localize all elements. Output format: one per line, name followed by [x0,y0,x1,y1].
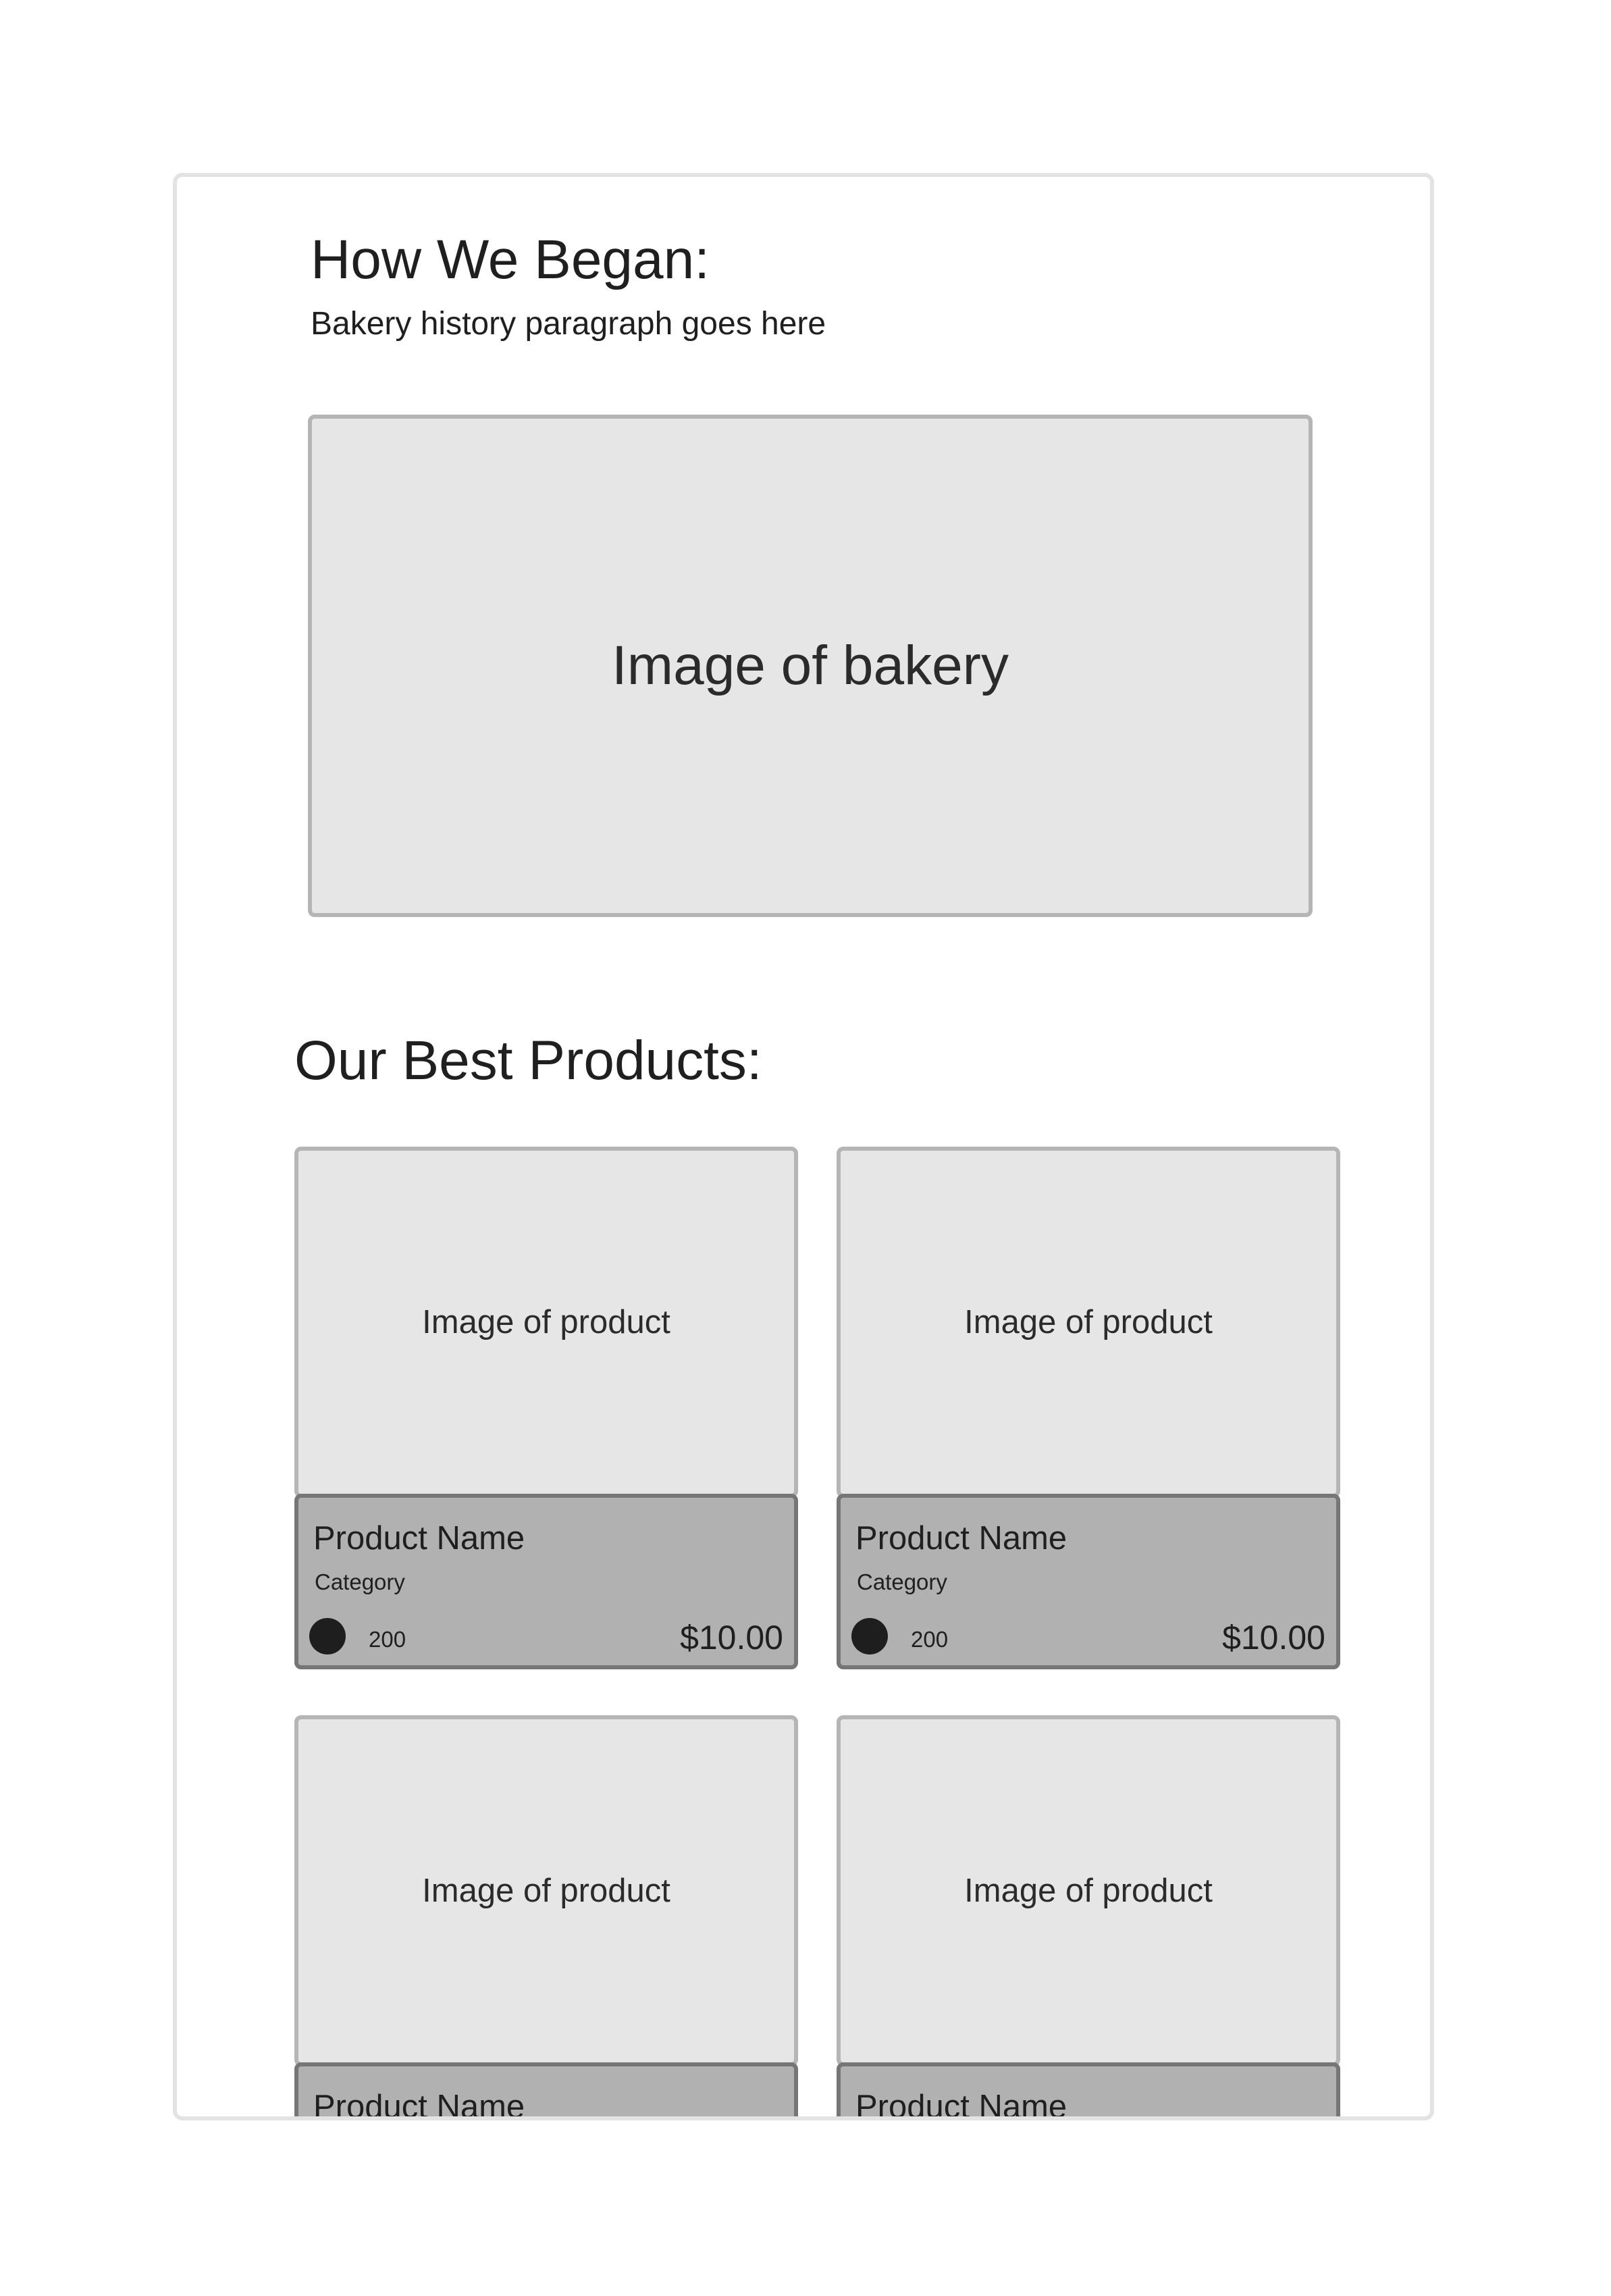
product-card[interactable]: Image of product Product Name [837,1715,1340,2117]
product-image-placeholder[interactable]: Image of product [294,1715,798,2066]
product-info-panel: Product Name [294,2062,798,2117]
product-image-label: Image of product [964,1304,1213,1340]
product-info-panel: Product Name Category 200 $10.00 [837,1494,1340,1669]
product-card[interactable]: Image of product Product Name Category 2… [294,1147,798,1669]
about-title: How We Began: [311,229,710,290]
product-image-label: Image of product [422,1304,670,1340]
product-category: Category [857,1569,947,1594]
product-info-panel: Product Name [837,2062,1340,2117]
about-paragraph: Bakery history paragraph goes here [311,306,826,342]
product-name[interactable]: Product Name [313,2091,525,2117]
products-title: Our Best Products: [294,1030,762,1091]
product-name[interactable]: Product Name [855,2091,1067,2117]
bakery-image-placeholder: Image of bakery [308,415,1313,917]
product-image-placeholder[interactable]: Image of product [837,1715,1340,2066]
product-name[interactable]: Product Name [855,1522,1067,1555]
product-card[interactable]: Image of product Product Name Category 2… [837,1147,1340,1669]
rating-count: 200 [911,1627,949,1652]
rating-dot-icon [309,1618,346,1654]
page-frame: How We Began: Bakery history paragraph g… [173,173,1434,2120]
bakery-image-label: Image of bakery [612,635,1009,696]
product-card[interactable]: Image of product Product Name [294,1715,798,2117]
product-name[interactable]: Product Name [313,1522,525,1555]
product-price: $10.00 [1222,1619,1325,1656]
product-info-panel: Product Name Category 200 $10.00 [294,1494,798,1669]
rating-dot-icon [851,1618,888,1654]
rating-count: 200 [369,1627,406,1652]
product-category: Category [315,1569,405,1594]
product-price: $10.00 [680,1619,783,1656]
product-image-placeholder[interactable]: Image of product [294,1147,798,1498]
product-image-placeholder[interactable]: Image of product [837,1147,1340,1498]
product-image-label: Image of product [964,1873,1213,1909]
product-image-label: Image of product [422,1873,670,1909]
